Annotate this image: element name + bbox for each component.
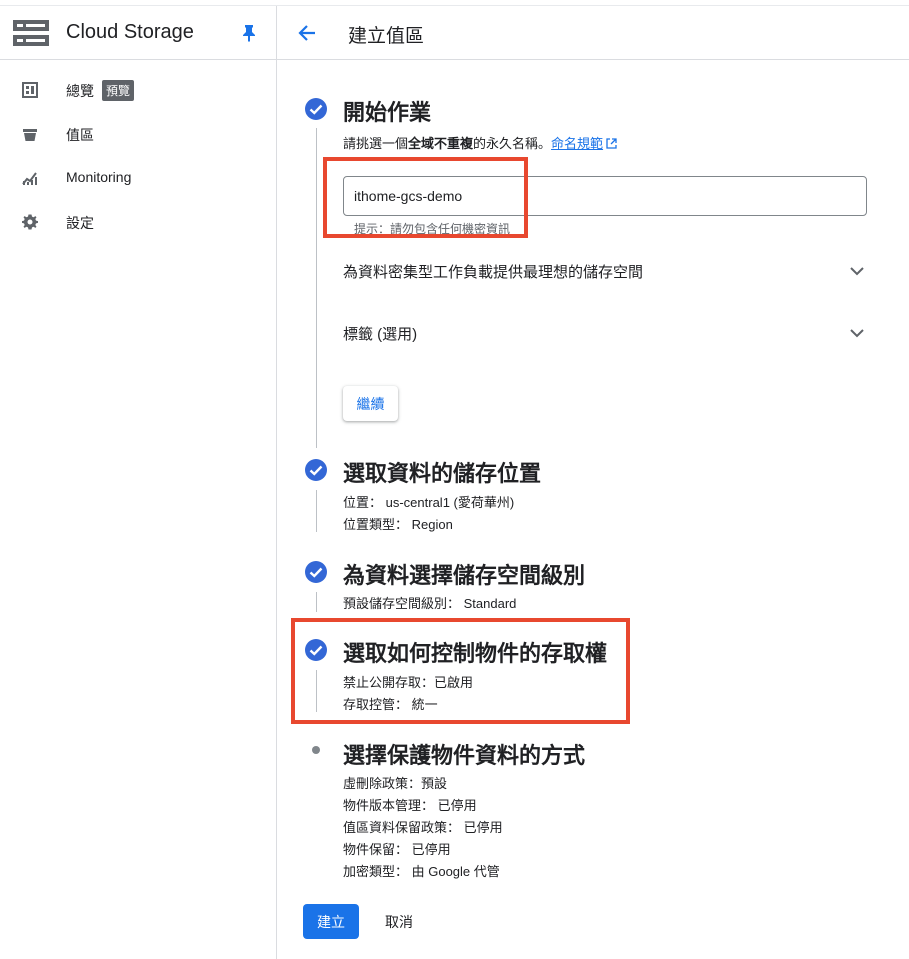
external-link-icon <box>606 138 617 149</box>
storage-icon <box>13 20 49 46</box>
step-title: 選取資料的儲存位置 <box>343 461 542 486</box>
optimize-storage-expander[interactable]: 為資料密集型工作負載提供最理想的儲存空間 <box>343 251 873 291</box>
check-circle-icon <box>305 459 327 481</box>
expander-label: 為資料密集型工作負載提供最理想的儲存空間 <box>343 264 644 281</box>
main-header: 建立值區 <box>277 6 909 60</box>
step-title: 選擇保護物件資料的方式 <box>343 743 586 768</box>
bucket-icon <box>23 129 37 141</box>
intro-text: 的永久名稱。 <box>473 136 552 151</box>
step-title: 為資料選擇儲存空間級別 <box>343 563 586 588</box>
sidebar-item-label: 設定 <box>66 215 94 231</box>
intro-bold-text: 全域不重複 <box>408 136 474 151</box>
sidebar-item-settings[interactable]: 設定 <box>0 200 276 244</box>
annotation-box <box>323 157 528 238</box>
sidebar-item-label: 總覽 <box>66 83 94 99</box>
sidebar-header: Cloud Storage <box>0 6 276 60</box>
check-circle-icon <box>305 561 327 583</box>
monitoring-icon <box>22 172 37 185</box>
check-circle-icon <box>305 98 327 120</box>
sidebar: Cloud Storage 總覽 預覽 值區 Monitoring 設定 <box>0 6 277 959</box>
retention-policy-detail: 值區資料保留政策： 已停用 <box>343 820 503 835</box>
object-retention-detail: 物件保留： 已停用 <box>343 842 451 857</box>
cancel-button[interactable]: 取消 <box>374 904 424 939</box>
storage-class-detail: 預設儲存空間級別： Standard <box>343 596 517 611</box>
soft-delete-detail: 虛刪除政策：預設 <box>343 776 448 791</box>
step-connector <box>316 490 317 532</box>
arrow-back-icon[interactable] <box>297 23 317 43</box>
preview-badge: 預覽 <box>102 80 135 101</box>
product-title: Cloud Storage <box>66 21 194 43</box>
step-connector <box>316 128 317 448</box>
versioning-detail: 物件版本管理： 已停用 <box>343 798 477 813</box>
page-title: 建立值區 <box>348 26 425 47</box>
pending-step-dot <box>312 746 320 754</box>
naming-guidelines-link[interactable]: 命名規範 <box>551 136 603 151</box>
step-title: 開始作業 <box>343 100 432 125</box>
gear-icon <box>22 214 38 230</box>
sidebar-nav: 總覽 預覽 值區 Monitoring 設定 <box>0 68 276 244</box>
sidebar-item-buckets[interactable]: 值區 <box>0 112 276 156</box>
continue-button[interactable]: 繼續 <box>343 386 398 421</box>
chevron-down-icon <box>850 329 864 338</box>
location-type-detail: 位置類型： Region <box>343 517 453 532</box>
bucket-name-intro: 請挑選一個全域不重複的永久名稱。命名規範 <box>343 133 617 152</box>
location-detail: 位置： us-central1 (愛荷華州) <box>343 495 515 510</box>
labels-expander[interactable]: 標籤 (選用) <box>343 313 873 353</box>
sidebar-item-label: 值區 <box>66 127 94 143</box>
sidebar-item-overview[interactable]: 總覽 預覽 <box>0 68 276 112</box>
overview-icon <box>22 82 38 98</box>
annotation-box <box>291 618 630 724</box>
encryption-detail: 加密類型： 由 Google 代管 <box>343 864 500 879</box>
create-button[interactable]: 建立 <box>303 904 359 939</box>
pin-icon[interactable] <box>242 24 256 42</box>
chevron-down-icon <box>850 267 864 276</box>
expander-label: 標籤 (選用) <box>343 326 418 343</box>
intro-text: 請挑選一個 <box>343 136 409 151</box>
sidebar-item-monitoring[interactable]: Monitoring <box>0 156 276 200</box>
sidebar-item-label: Monitoring <box>66 169 132 185</box>
step-connector <box>316 592 317 612</box>
